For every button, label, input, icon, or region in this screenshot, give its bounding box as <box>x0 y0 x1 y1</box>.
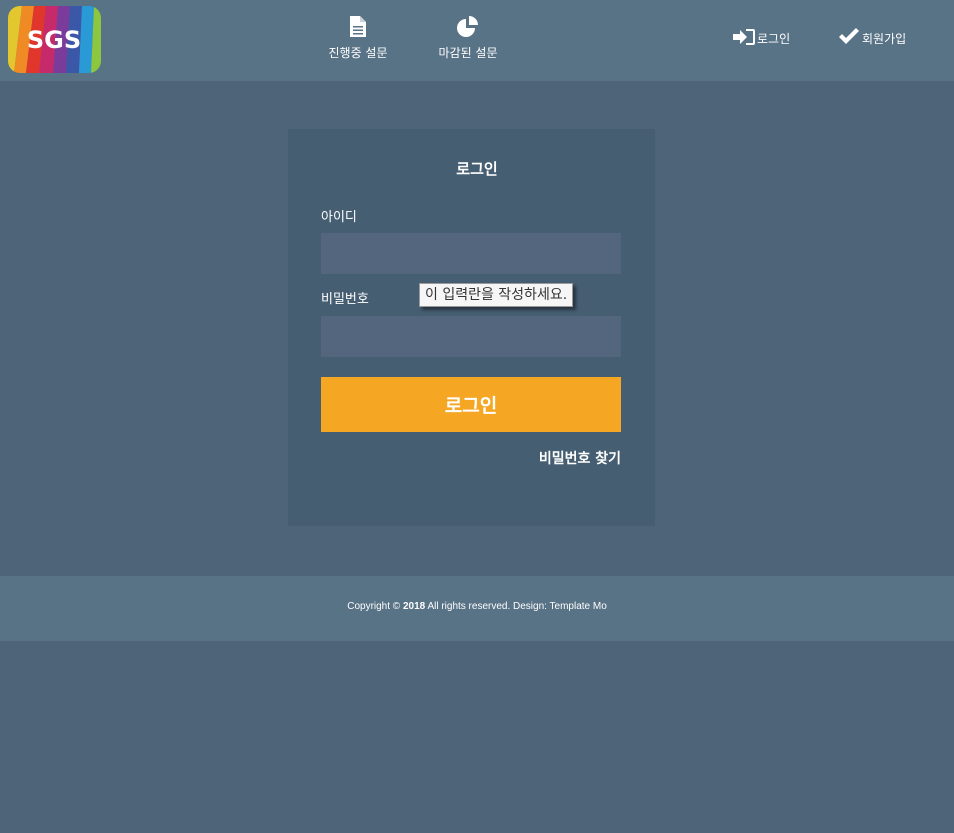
nav-in-progress-surveys[interactable]: 진행중 설문 <box>326 0 390 81</box>
copyright-prefix: Copyright © <box>347 601 401 612</box>
document-icon <box>350 16 366 38</box>
sgs-logo[interactable]: SGS <box>8 6 101 73</box>
copyright-suffix: All rights reserved. Design: Template Mo <box>427 601 607 612</box>
find-password-link[interactable]: 비밀번호 찾기 <box>471 448 621 468</box>
header-signup-link[interactable]: 회원가입 <box>838 27 906 49</box>
password-input[interactable] <box>321 316 621 357</box>
copyright-year: 2018 <box>402 601 426 612</box>
footer-copyright: Copyright © 2018 All rights reserved. De… <box>0 601 954 612</box>
nav-in-progress-label: 진행중 설문 <box>328 46 388 60</box>
pie-chart-icon <box>457 16 479 38</box>
site-header: SGS 진행중 설문 마감된 설문 로그인 회원가입 <box>0 0 954 81</box>
nav-closed-surveys[interactable]: 마감된 설문 <box>435 0 501 81</box>
header-signup-label: 회원가입 <box>862 31 907 46</box>
id-input[interactable] <box>321 233 621 274</box>
logo-graphic: SGS <box>8 6 101 73</box>
header-login-link[interactable]: 로그인 <box>733 27 790 49</box>
check-icon <box>838 28 860 48</box>
sign-in-icon <box>733 28 755 48</box>
logo-text: SGS <box>27 26 81 54</box>
id-label: 아이디 <box>321 210 357 225</box>
header-login-label: 로그인 <box>757 31 791 46</box>
password-label: 비밀번호 <box>321 292 369 307</box>
validation-tooltip: 이 입력란을 작성하세요. <box>419 283 574 307</box>
login-submit-button[interactable]: 로그인 <box>321 377 621 432</box>
login-title: 로그인 <box>456 160 498 178</box>
nav-closed-label: 마감된 설문 <box>438 46 498 60</box>
